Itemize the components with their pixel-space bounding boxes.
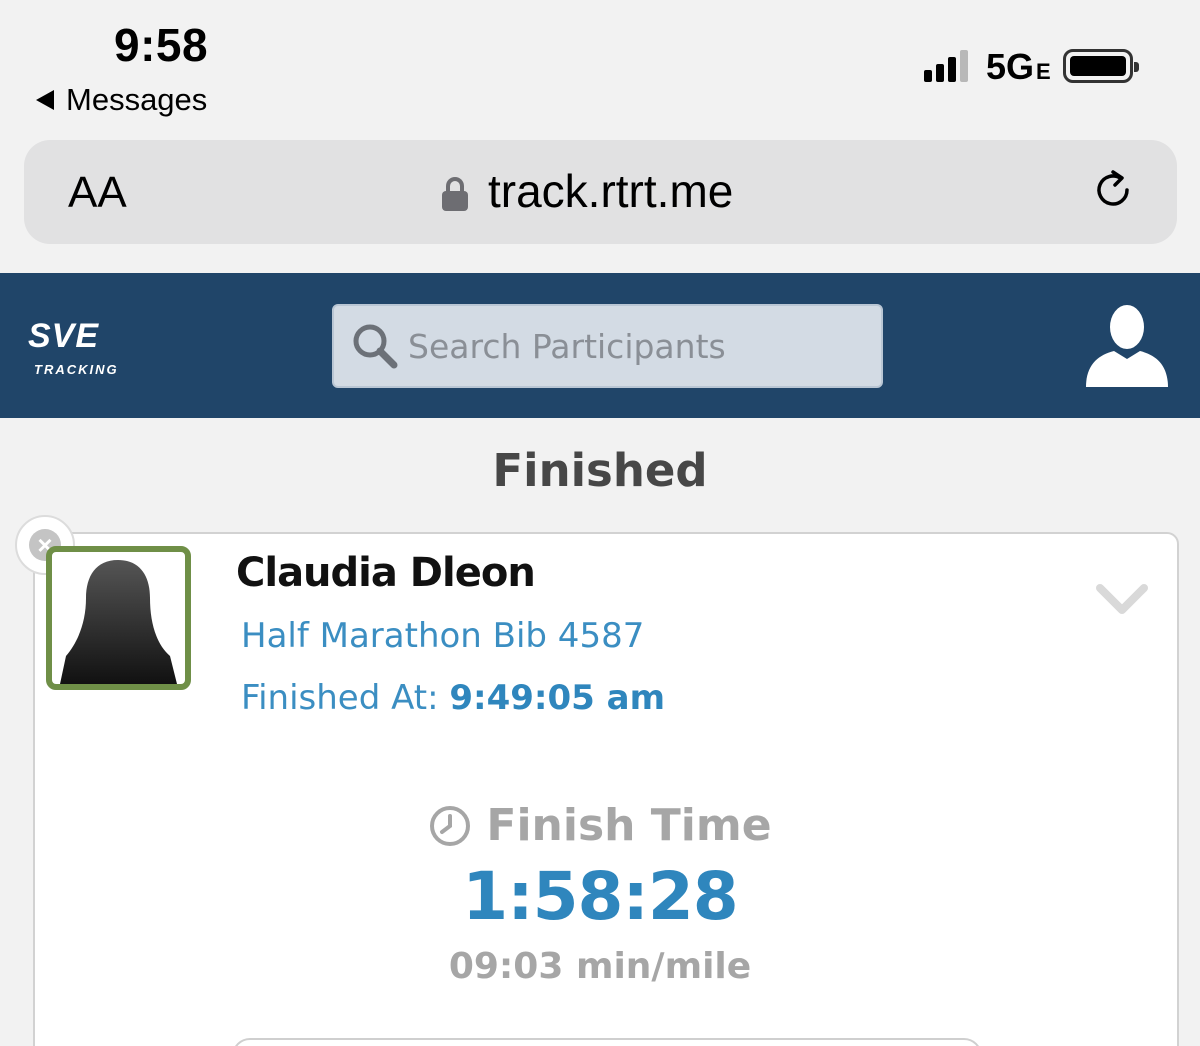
signal-strength-icon <box>924 48 968 82</box>
participant-name[interactable]: Claudia Dleon <box>236 550 536 596</box>
logo-mark: SVE <box>28 317 100 355</box>
finished-at: Finished At: 9:49:05 am <box>241 678 665 718</box>
search-input[interactable] <box>408 326 868 366</box>
female-silhouette-icon <box>60 560 177 684</box>
logo-subtitle: TRACKING <box>34 362 119 377</box>
finish-time-heading: Finish Time <box>0 800 1200 851</box>
chevron-down-icon[interactable] <box>1096 582 1148 618</box>
finished-at-value: 9:49:05 am <box>449 678 666 718</box>
user-account-icon[interactable] <box>1084 303 1170 387</box>
url-display[interactable]: track.rtrt.me <box>442 164 733 218</box>
text-size-label: AA <box>68 168 127 217</box>
back-label: Messages <box>66 82 208 117</box>
app-header: SVE TRACKING <box>0 273 1200 418</box>
network-type: 5G <box>986 46 1035 87</box>
network-indicator: 5GE <box>986 46 1051 88</box>
partial-next-element[interactable] <box>232 1038 982 1046</box>
finish-time-label: Finish Time <box>486 800 772 851</box>
reload-icon[interactable] <box>1091 168 1135 212</box>
sve-logo[interactable]: SVE TRACKING <box>28 317 119 377</box>
text-size-button[interactable]: AA <box>68 168 127 218</box>
back-to-messages[interactable]: Messages <box>36 82 207 118</box>
network-suffix: E <box>1036 59 1051 84</box>
search-box[interactable] <box>332 304 883 388</box>
clock-icon <box>430 805 471 846</box>
back-arrow-icon <box>36 90 54 110</box>
url-text: track.rtrt.me <box>488 165 734 217</box>
finished-at-label: Finished At: <box>241 678 439 718</box>
lock-icon <box>442 177 468 211</box>
battery-icon <box>1063 49 1139 83</box>
finish-time-value: 1:58:28 <box>462 858 738 935</box>
address-bar[interactable]: AA track.rtrt.me <box>24 140 1177 244</box>
status-time: 9:58 <box>114 19 209 71</box>
search-icon <box>353 324 398 369</box>
avatar <box>46 546 191 690</box>
section-title: Finished <box>492 444 708 497</box>
pace-value: 09:03 min/mile <box>448 946 752 987</box>
race-bib: Half Marathon Bib 4587 <box>241 616 645 656</box>
